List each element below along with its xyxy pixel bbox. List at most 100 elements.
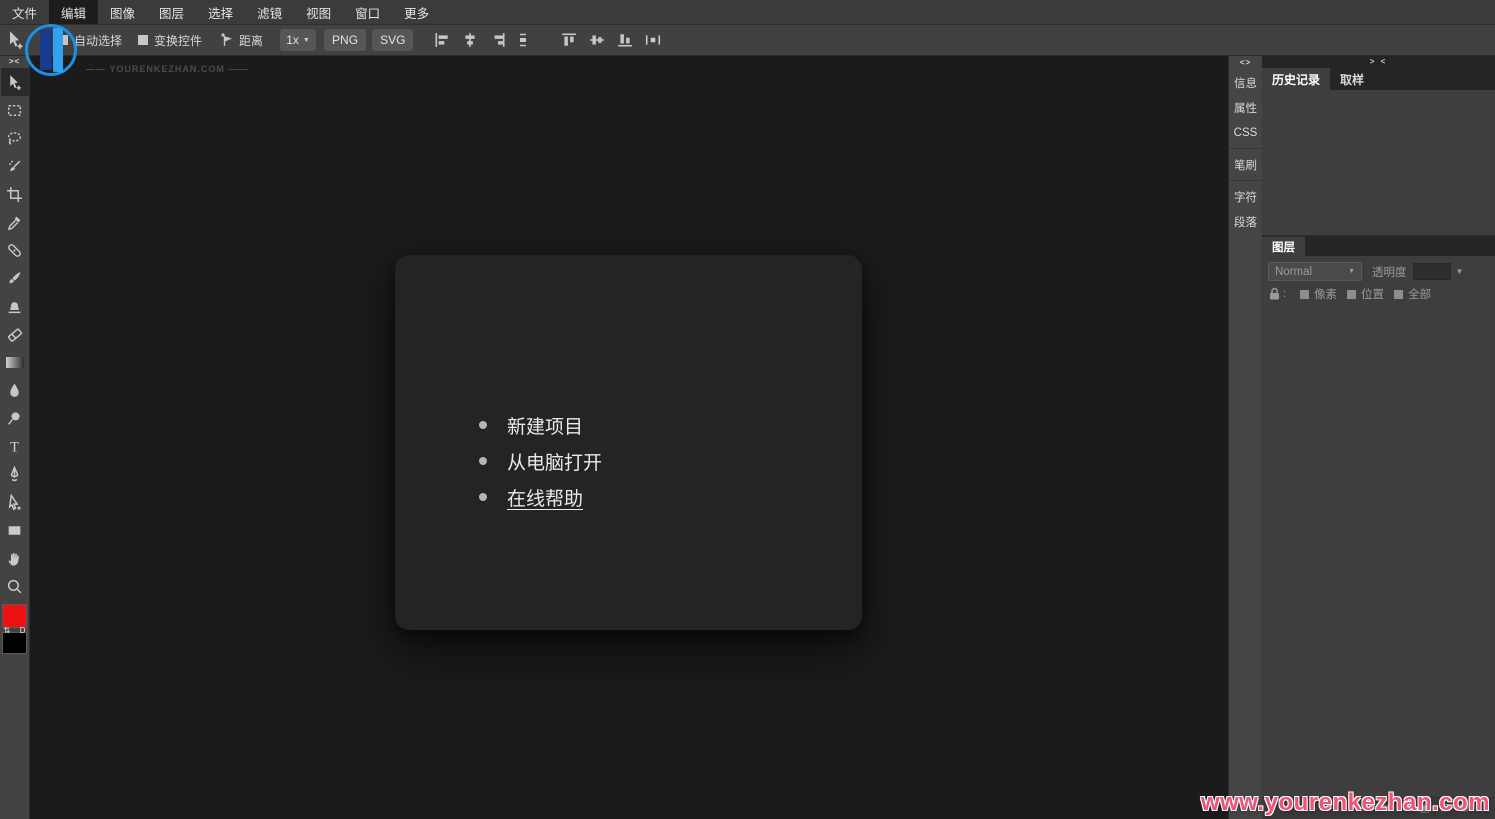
hand-tool[interactable] bbox=[1, 544, 29, 572]
distribute-horizontal-icon[interactable] bbox=[643, 32, 663, 48]
align-bottom-icon[interactable] bbox=[615, 32, 635, 48]
tab-sampling[interactable]: 取样 bbox=[1330, 68, 1374, 90]
opacity-dropdown-icon[interactable]: ▼ bbox=[1456, 267, 1464, 276]
tab-properties[interactable]: 属性 bbox=[1234, 95, 1257, 120]
lock-pixels-option[interactable]: 像素 bbox=[1300, 286, 1337, 302]
toolstrip-collapse-button[interactable]: >< bbox=[9, 56, 20, 68]
menu-edit[interactable]: 编辑 bbox=[49, 0, 99, 24]
history-list bbox=[1262, 90, 1495, 237]
pen-tool[interactable] bbox=[1, 460, 29, 488]
site-logo-icon bbox=[25, 24, 77, 76]
tab-character[interactable]: 字符 bbox=[1234, 184, 1257, 209]
start-dialog-list: 新建项目 从电脑打开 在线帮助 bbox=[479, 407, 602, 515]
history-panel-collapse-button[interactable]: > < bbox=[1262, 56, 1495, 68]
logo-bar-dark bbox=[39, 29, 52, 71]
spot-heal-tool[interactable] bbox=[1, 236, 29, 264]
tool-options-bar: 自动选择 变换控件 距离 1x ▼ PNG SVG bbox=[0, 25, 1495, 56]
lock-position-checkbox[interactable] bbox=[1347, 289, 1357, 299]
right-tab-strip: <> 信息 属性 CSS 笔刷 字符 段落 bbox=[1228, 56, 1263, 819]
default-colors-button[interactable]: D bbox=[20, 626, 26, 635]
rightstrip-collapse-button[interactable]: <> bbox=[1240, 56, 1251, 70]
tab-history[interactable]: 历史记录 bbox=[1262, 68, 1331, 90]
menu-bar: 文件 编辑 图像 图层 选择 滤镜 视图 窗口 更多 bbox=[0, 0, 1495, 25]
align-center-horizontal-icon[interactable] bbox=[460, 32, 480, 48]
align-right-icon[interactable] bbox=[488, 32, 508, 48]
menu-select[interactable]: 选择 bbox=[196, 0, 245, 24]
swap-colors-icon[interactable]: ⇅ bbox=[4, 626, 11, 635]
tab-css[interactable]: CSS bbox=[1234, 120, 1258, 145]
lock-pixels-checkbox[interactable] bbox=[1300, 289, 1310, 299]
lasso-tool[interactable] bbox=[1, 124, 29, 152]
new-project-item[interactable]: 新建项目 bbox=[479, 407, 602, 443]
zoom-tool[interactable] bbox=[1, 572, 29, 600]
history-panel-tabs: 历史记录 取样 bbox=[1262, 68, 1495, 90]
menu-image[interactable]: 图像 bbox=[98, 0, 147, 24]
bullet-icon bbox=[479, 421, 487, 429]
svg-text:T: T bbox=[10, 439, 19, 455]
export-png-button[interactable]: PNG bbox=[324, 29, 367, 51]
layers-panel-header: 图层 bbox=[1262, 237, 1495, 256]
background-color-swatch[interactable] bbox=[1, 632, 27, 654]
new-project-label[interactable]: 新建项目 bbox=[507, 412, 583, 439]
lock-all-checkbox[interactable] bbox=[1394, 289, 1404, 299]
open-from-computer-label[interactable]: 从电脑打开 bbox=[507, 448, 602, 475]
lock-separator: : bbox=[1283, 288, 1287, 300]
eraser-tool[interactable] bbox=[1, 320, 29, 348]
divider bbox=[1228, 148, 1263, 149]
zoom-preset-dropdown[interactable]: 1x ▼ bbox=[280, 29, 317, 51]
lock-all-option[interactable]: 全部 bbox=[1394, 286, 1431, 302]
move-tool-icon bbox=[10, 31, 23, 49]
bullet-icon bbox=[479, 457, 487, 465]
export-svg-button[interactable]: SVG bbox=[372, 29, 414, 51]
foreground-color-swatch[interactable] bbox=[1, 604, 27, 628]
layers-list bbox=[1262, 307, 1495, 797]
menu-window[interactable]: 窗口 bbox=[343, 0, 392, 24]
crop-tool[interactable] bbox=[1, 180, 29, 208]
menu-layer[interactable]: 图层 bbox=[147, 0, 196, 24]
color-swatches: ⇅ D bbox=[1, 604, 29, 656]
chevron-down-icon: ▼ bbox=[1348, 268, 1355, 275]
move-tool[interactable] bbox=[0, 68, 29, 96]
opacity-label: 透明度 bbox=[1372, 266, 1407, 279]
bullet-icon bbox=[479, 493, 487, 501]
rectangle-tool[interactable] bbox=[1, 516, 29, 544]
rect-select-tool[interactable] bbox=[1, 96, 29, 124]
canvas-area: 新建项目 从电脑打开 在线帮助 bbox=[30, 56, 1228, 819]
menu-more[interactable]: 更多 bbox=[392, 0, 441, 24]
blur-tool[interactable] bbox=[1, 376, 29, 404]
distance-flag-icon bbox=[221, 33, 233, 46]
blend-mode-select[interactable]: Normal ▼ bbox=[1268, 262, 1362, 281]
lock-icon bbox=[1270, 287, 1279, 300]
tab-paragraph[interactable]: 段落 bbox=[1234, 209, 1257, 234]
gradient-tool[interactable] bbox=[1, 348, 29, 376]
align-top-icon[interactable] bbox=[559, 32, 579, 48]
path-select-tool[interactable] bbox=[1, 488, 29, 516]
online-help-item[interactable]: 在线帮助 bbox=[479, 479, 602, 515]
layers-controls: Normal ▼ 透明度 ▼ : 像素 位置 全部 bbox=[1262, 256, 1495, 307]
align-middle-vertical-icon[interactable] bbox=[587, 32, 607, 48]
lock-position-option[interactable]: 位置 bbox=[1347, 286, 1384, 302]
start-dialog: 新建项目 从电脑打开 在线帮助 bbox=[395, 255, 862, 630]
online-help-link[interactable]: 在线帮助 bbox=[507, 484, 583, 511]
opacity-input[interactable] bbox=[1412, 263, 1451, 280]
tab-layers[interactable]: 图层 bbox=[1262, 237, 1305, 256]
right-panel-column: > < 历史记录 取样 图层 Normal ▼ 透明度 ▼ : 像素 位置 全部… bbox=[1262, 56, 1495, 819]
menu-view[interactable]: 视图 bbox=[294, 0, 343, 24]
menu-filter[interactable]: 滤镜 bbox=[245, 0, 294, 24]
transform-controls-checkbox[interactable] bbox=[138, 35, 149, 45]
dodge-tool[interactable] bbox=[1, 404, 29, 432]
brush-tool[interactable] bbox=[1, 264, 29, 292]
eyedropper-tool[interactable] bbox=[1, 208, 29, 236]
transform-controls-label: 变换控件 bbox=[154, 33, 203, 48]
menu-file[interactable]: 文件 bbox=[0, 0, 49, 24]
distribute-vertical-icon[interactable] bbox=[516, 32, 530, 48]
tab-brush[interactable]: 笔刷 bbox=[1234, 152, 1257, 177]
tab-info[interactable]: 信息 bbox=[1234, 70, 1257, 95]
logo-caption: —— YOURENKEZHAN.COM —— bbox=[86, 64, 249, 74]
divider bbox=[1228, 180, 1263, 181]
open-from-computer-item[interactable]: 从电脑打开 bbox=[479, 443, 602, 479]
quick-select-tool[interactable] bbox=[1, 152, 29, 180]
align-left-icon[interactable] bbox=[432, 32, 452, 48]
clone-stamp-tool[interactable] bbox=[1, 292, 29, 320]
type-tool[interactable]: T bbox=[1, 432, 29, 460]
